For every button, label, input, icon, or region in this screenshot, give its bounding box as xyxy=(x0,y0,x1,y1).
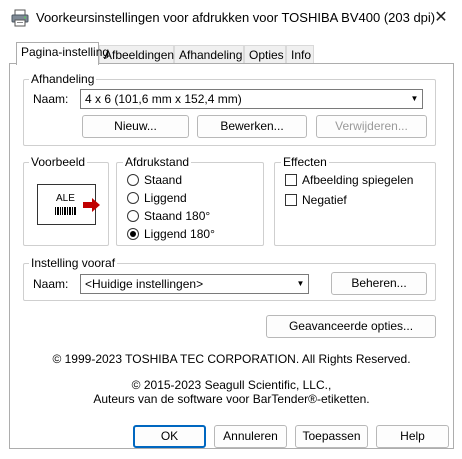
edit-button[interactable]: Bewerken... xyxy=(197,115,307,138)
tab-pagina-instelling[interactable]: Pagina-instelling xyxy=(16,42,109,65)
copyright-bartender: Auteurs van de software voor BarTender®-… xyxy=(93,392,370,406)
printer-icon xyxy=(11,9,29,27)
chevron-down-icon[interactable]: ▼ xyxy=(294,276,307,291)
effecten-legend: Effecten xyxy=(281,155,329,169)
afhandeling-name-label: Naam: xyxy=(33,92,69,106)
afdrukstand-legend: Afdrukstand xyxy=(123,155,192,169)
tab-afbeeldingen[interactable]: Afbeeldingen xyxy=(99,45,174,64)
new-button[interactable]: Nieuw... xyxy=(82,115,189,138)
copyright-toshiba: © 1999-2023 TOSHIBA TEC CORPORATION. All… xyxy=(52,352,411,366)
close-icon[interactable]: ✕ xyxy=(428,5,454,31)
checkbox-negative-label: Negatief xyxy=(302,193,347,207)
radio-staand-180[interactable] xyxy=(127,210,139,222)
title-bar: Voorkeursinstellingen voor afdrukken voo… xyxy=(0,0,462,37)
checkbox-mirror-label: Afbeelding spiegelen xyxy=(302,173,414,187)
checkbox-negative[interactable] xyxy=(285,194,297,206)
checkbox-mirror[interactable] xyxy=(285,174,297,186)
preview-label-text: ALE xyxy=(56,193,75,204)
radio-liggend-label: Liggend xyxy=(144,191,187,205)
barcode-icon xyxy=(55,207,76,215)
radio-staand-180-label: Staand 180° xyxy=(144,209,211,223)
ok-button[interactable]: OK xyxy=(133,425,206,448)
afhandeling-legend: Afhandeling xyxy=(29,72,97,86)
tab-info[interactable]: Info xyxy=(286,45,314,64)
voorbeeld-legend: Voorbeeld xyxy=(29,155,88,169)
afhandeling-name-combo[interactable]: 4 x 6 (101,6 mm x 152,4 mm) ▼ xyxy=(80,89,423,109)
tab-afhandeling[interactable]: Afhandeling xyxy=(174,45,244,64)
preset-value: <Huidige instellingen> xyxy=(85,277,204,291)
radio-liggend-180[interactable] xyxy=(127,228,139,240)
preset-name-label: Naam: xyxy=(33,277,69,291)
copyright-seagull: © 2015-2023 Seagull Scientific, LLC., xyxy=(131,378,332,392)
apply-button[interactable]: Toepassen xyxy=(295,425,368,448)
radio-staand[interactable] xyxy=(127,174,139,186)
radio-liggend[interactable] xyxy=(127,192,139,204)
radio-staand-label: Staand xyxy=(144,173,183,187)
cancel-button[interactable]: Annuleren xyxy=(214,425,287,448)
chevron-down-icon[interactable]: ▼ xyxy=(408,91,421,106)
manage-button[interactable]: Beheren... xyxy=(331,272,427,295)
radio-liggend-180-label: Liggend 180° xyxy=(144,227,215,241)
preset-combo[interactable]: <Huidige instellingen> ▼ xyxy=(80,274,309,294)
afhandeling-name-value: 4 x 6 (101,6 mm x 152,4 mm) xyxy=(85,92,242,106)
window-title: Voorkeursinstellingen voor afdrukken voo… xyxy=(36,10,436,25)
instelling-vooraf-legend: Instelling vooraf xyxy=(29,256,118,270)
arrow-right-icon xyxy=(83,198,100,212)
advanced-options-button[interactable]: Geavanceerde opties... xyxy=(266,315,436,338)
tab-opties[interactable]: Opties xyxy=(244,45,286,64)
delete-button[interactable]: Verwijderen... xyxy=(316,115,427,138)
help-button[interactable]: Help xyxy=(376,425,449,448)
